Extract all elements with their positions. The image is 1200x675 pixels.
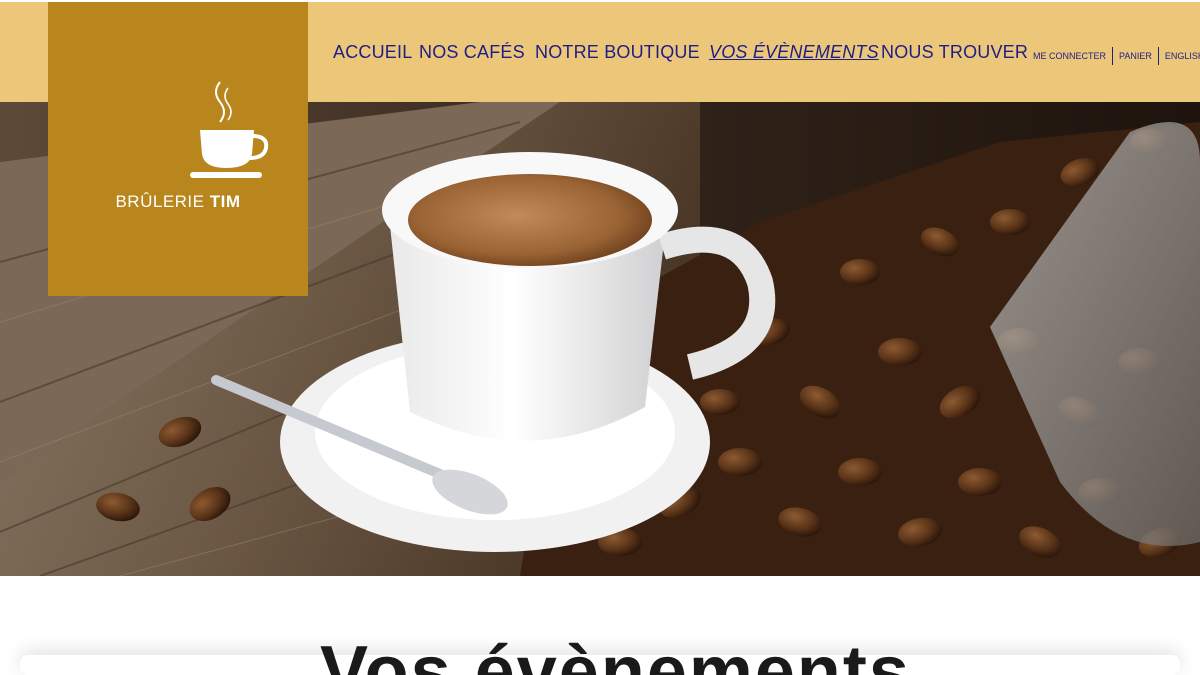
- coffee-cup-icon: [190, 81, 269, 178]
- language-link[interactable]: ENGLISH: [1159, 47, 1200, 65]
- page-heading: Vos évènements: [320, 636, 911, 675]
- nav-item-notre-boutique[interactable]: NOTRE BOUTIQUE: [535, 42, 700, 63]
- login-link[interactable]: ME CONNECTER: [1033, 47, 1112, 65]
- brand-name-part2: TIM: [209, 192, 241, 211]
- nav-item-nous-trouver[interactable]: NOUS TROUVER: [881, 42, 1028, 63]
- brand-logo[interactable]: BRÛLERIE TIM: [48, 2, 308, 296]
- nav-item-vos-evenements[interactable]: VOS ÉVÈNEMENTS: [709, 42, 879, 63]
- brand-name: BRÛLERIE TIM: [48, 192, 308, 212]
- utility-links: ME CONNECTER PANIER ENGLISH: [1033, 46, 1200, 66]
- brand-name-part1: BRÛLERIE: [115, 192, 205, 211]
- page: ACCUEIL NOS CAFÉS NOTRE BOUTIQUE VOS ÉVÈ…: [0, 0, 1200, 675]
- nav-item-nos-cafes[interactable]: NOS CAFÉS: [419, 42, 525, 63]
- cart-link[interactable]: PANIER: [1113, 47, 1158, 65]
- nav-item-accueil[interactable]: ACCUEIL: [333, 42, 412, 63]
